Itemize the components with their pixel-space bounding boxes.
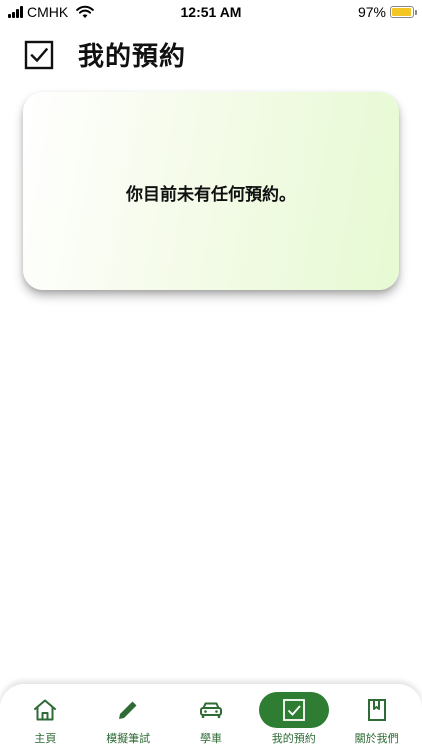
nav-label: 關於我們 [354, 732, 399, 745]
checkbox-checked-icon [24, 40, 54, 69]
battery-icon [390, 6, 417, 18]
bottom-nav: 主頁 模擬筆試 學車 我的預約 關於我們 [0, 684, 422, 750]
nav-label: 我的預約 [271, 732, 316, 745]
empty-bookings-card: 你目前未有任何預約。 [23, 92, 399, 290]
nav-icon-wrap [115, 692, 141, 728]
page-header: 我的預約 [24, 36, 186, 73]
nav-label: 模擬筆試 [106, 732, 151, 745]
battery-fill [392, 8, 412, 16]
nav-icon-wrap [364, 692, 390, 728]
nav-item-learn-driving[interactable]: 學車 [171, 692, 251, 746]
nav-label: 主頁 [34, 732, 57, 745]
nav-item-mock-exam[interactable]: 模擬筆試 [88, 692, 168, 746]
nav-item-my-bookings[interactable]: 我的預約 [254, 692, 334, 746]
status-right: 97% [357, 4, 417, 20]
checkbox-checked-icon [282, 699, 305, 721]
nav-icon-wrap [32, 692, 58, 728]
nav-label: 學車 [199, 732, 222, 745]
nav-item-about-us[interactable]: 關於我們 [337, 692, 417, 746]
status-bar: CMHK 12:51 AM 97% [0, 0, 422, 24]
bookmark-book-icon [367, 699, 386, 721]
battery-percent: 97% [357, 4, 386, 20]
pencil-icon [119, 701, 137, 719]
nav-icon-wrap-active [258, 692, 329, 728]
car-icon [199, 702, 222, 718]
home-icon [34, 699, 57, 721]
page-title: 我的預約 [78, 42, 187, 72]
nav-icon-wrap [198, 692, 224, 728]
empty-bookings-message: 你目前未有任何預約。 [126, 184, 296, 205]
nav-item-home[interactable]: 主頁 [5, 692, 85, 746]
